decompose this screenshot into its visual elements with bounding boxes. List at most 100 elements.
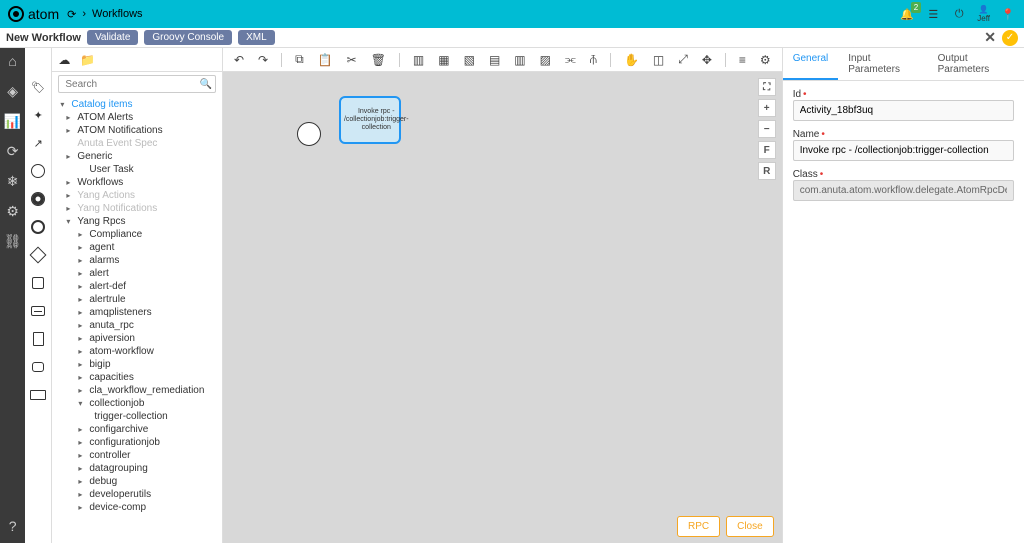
tree-item[interactable]: ▸alert-def — [56, 280, 218, 293]
tree-root[interactable]: ▾Catalog items — [56, 98, 218, 111]
nav-settings-icon[interactable]: ⚙ — [4, 202, 22, 220]
palette-task-icon[interactable] — [29, 274, 47, 292]
fullscreen-button[interactable]: ⛶ — [758, 78, 776, 96]
class-field[interactable] — [793, 180, 1014, 201]
cut-icon[interactable]: ✂ — [344, 53, 360, 67]
nav-dashboard-icon[interactable]: ⌂ — [4, 52, 22, 70]
search-input[interactable] — [58, 75, 216, 93]
upload-icon[interactable]: ☁ — [58, 53, 72, 67]
tree-item[interactable]: ▸amqplisteners — [56, 306, 218, 319]
id-field[interactable] — [793, 100, 1014, 121]
tree-item[interactable]: ▾Yang Rpcs — [56, 215, 218, 228]
tree-item[interactable]: ▸ATOM Notifications — [56, 124, 218, 137]
nav-chain-icon[interactable]: ⛓ — [4, 232, 22, 250]
tab-general[interactable]: General — [783, 48, 839, 80]
align-bottom-icon[interactable]: ▨ — [537, 53, 554, 67]
tree-item[interactable]: ▸cla_workflow_remediation — [56, 384, 218, 397]
tree-item[interactable]: ▸alarms — [56, 254, 218, 267]
tree-item[interactable]: ▸atom-workflow — [56, 345, 218, 358]
tree-item[interactable]: ▸apiversion — [56, 332, 218, 345]
align-center-h-icon[interactable]: ▦ — [435, 53, 452, 67]
tab-output-params[interactable]: Output Parameters — [928, 48, 1024, 80]
close-button[interactable]: Close — [726, 516, 774, 537]
tree-item-trigger-collection[interactable]: trigger-collection — [56, 410, 218, 423]
folder-icon[interactable]: 📁 — [80, 53, 94, 67]
palette-intermediate-event-icon[interactable] — [29, 190, 47, 208]
copy-icon[interactable]: ⧉ — [292, 52, 307, 67]
power-icon[interactable]: ⏻ — [951, 6, 967, 22]
close-icon[interactable]: ✕ — [984, 29, 996, 46]
tree-item[interactable]: ▸anuta_rpc — [56, 319, 218, 332]
zoom-in-button[interactable]: + — [758, 99, 776, 117]
search-icon[interactable]: 🔍 — [200, 79, 212, 90]
tree-item[interactable]: User Task — [56, 163, 218, 176]
tree-item[interactable]: ▸alert — [56, 267, 218, 280]
tree-item[interactable]: ▸datagrouping — [56, 462, 218, 475]
align-right-icon[interactable]: ▧ — [461, 53, 478, 67]
status-check-icon[interactable]: ✓ — [1002, 30, 1018, 46]
tab-input-params[interactable]: Input Parameters — [838, 48, 927, 80]
xml-button[interactable]: XML — [238, 30, 275, 45]
nav-snowflake-icon[interactable]: ❄ — [4, 172, 22, 190]
distribute-v-icon[interactable]: ⫚ — [587, 52, 600, 67]
tree-item[interactable]: ▸debug — [56, 475, 218, 488]
palette-diamond-icon[interactable] — [29, 246, 47, 264]
tree-item[interactable]: ▸controller — [56, 449, 218, 462]
fit-button[interactable]: F — [758, 141, 776, 159]
palette-tree-icon[interactable]: 🏷 — [29, 78, 47, 96]
tree-item[interactable]: ▸Compliance — [56, 228, 218, 241]
task-node[interactable]: Invoke rpc - /collectionjob:trigger-coll… — [339, 96, 401, 144]
delete-icon[interactable]: 🗑 — [368, 53, 389, 67]
palette-datastore-icon[interactable] — [29, 358, 47, 376]
tree-item[interactable]: Anuta Event Spec — [56, 137, 218, 150]
breadcrumb-item[interactable]: Workflows — [92, 8, 143, 20]
hand-tool-icon[interactable]: ✋ — [621, 53, 642, 67]
notification-icon[interactable]: 🔔2 — [899, 6, 915, 22]
tree-item[interactable]: ▸Yang Actions — [56, 189, 218, 202]
start-event-node[interactable] — [297, 122, 321, 146]
palette-page-icon[interactable] — [29, 330, 47, 348]
location-icon[interactable]: 📍 — [1000, 6, 1016, 22]
tree-item[interactable]: ▸configarchive — [56, 423, 218, 436]
app-logo[interactable]: atom — [8, 6, 59, 22]
undo-icon[interactable]: ↶ — [231, 53, 247, 67]
tree-item[interactable]: ▸Yang Notifications — [56, 202, 218, 215]
user-menu[interactable]: 👤Jeff — [977, 5, 990, 23]
global-connect-icon[interactable]: ✥ — [699, 53, 715, 67]
lasso-tool-icon[interactable]: ◫ — [650, 53, 667, 67]
tree-item[interactable]: ▸agent — [56, 241, 218, 254]
tree-item[interactable]: ▸bigip — [56, 358, 218, 371]
menu-icon[interactable]: ☰ — [925, 6, 941, 22]
palette-connector-icon[interactable]: ↗ — [29, 134, 47, 152]
breadcrumb-wf-icon[interactable]: ⟳ — [67, 8, 76, 21]
list-icon[interactable]: ≡ — [736, 53, 749, 67]
redo-icon[interactable]: ↷ — [255, 53, 271, 67]
zoom-out-button[interactable]: − — [758, 120, 776, 138]
tree-item[interactable]: ▸developerutils — [56, 488, 218, 501]
palette-pool-icon[interactable] — [29, 386, 47, 404]
workflow-canvas[interactable]: Invoke rpc - /collectionjob:trigger-coll… — [223, 72, 782, 543]
align-left-icon[interactable]: ▥ — [410, 53, 427, 67]
paste-icon[interactable]: 📋 — [315, 53, 336, 67]
distribute-h-icon[interactable]: ⫘ — [562, 52, 579, 67]
tree-item[interactable]: ▸Workflows — [56, 176, 218, 189]
name-field[interactable] — [793, 140, 1014, 161]
nav-discover-icon[interactable]: ◈ — [4, 82, 22, 100]
tree-item[interactable]: ▸alertrule — [56, 293, 218, 306]
rpc-button[interactable]: RPC — [677, 516, 720, 537]
groovy-console-button[interactable]: Groovy Console — [144, 30, 232, 45]
nav-help[interactable]: ? — [0, 517, 25, 535]
tree-item[interactable]: ▸configurationjob — [56, 436, 218, 449]
tree-item[interactable]: ▸Generic — [56, 150, 218, 163]
palette-end-event-icon[interactable] — [29, 218, 47, 236]
tree-item-collectionjob[interactable]: ▾collectionjob — [56, 397, 218, 410]
nav-stats-icon[interactable]: 📊 — [4, 112, 22, 130]
space-tool-icon[interactable]: ⤢ — [675, 52, 691, 67]
nav-workflow-icon[interactable]: ⟳ — [4, 142, 22, 160]
tree-item[interactable]: ▸capacities — [56, 371, 218, 384]
palette-gateway-icon[interactable]: ✦ — [29, 106, 47, 124]
palette-subprocess-icon[interactable] — [29, 302, 47, 320]
palette-start-event-icon[interactable] — [29, 162, 47, 180]
reset-button[interactable]: R — [758, 162, 776, 180]
align-middle-icon[interactable]: ▥ — [511, 53, 528, 67]
